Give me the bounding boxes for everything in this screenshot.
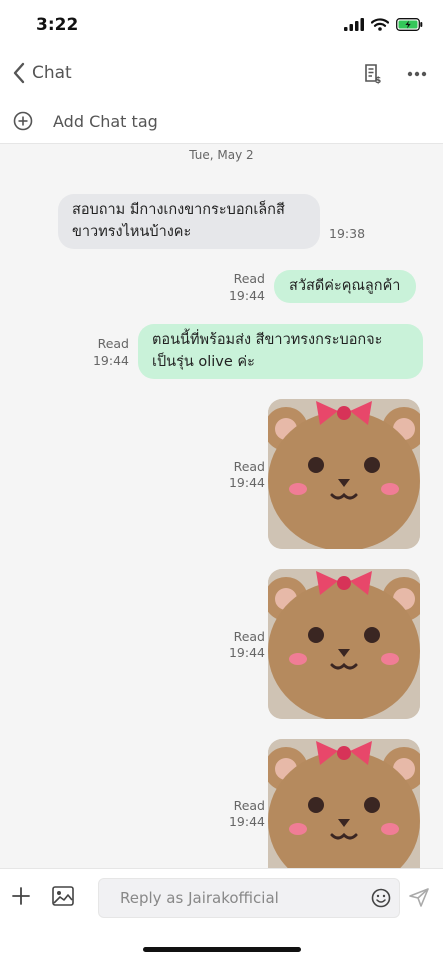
message-line: ขาวทรงไหนบ้างคะ [72,224,192,240]
chat-area[interactable]: Tue, May 2 สอบถาม มีกางเกงขากระบอกเล็กสี… [0,144,443,868]
image-message[interactable] [268,399,420,549]
message-line: เป็นรุ่น olive ค่ะ [152,354,255,370]
date-separator: Tue, May 2 [189,148,254,162]
battery-icon [396,18,423,31]
back-label: Chat [32,63,72,83]
read-receipt: Read [233,459,265,474]
read-receipt: Read [97,336,129,351]
status-icons [344,18,423,31]
message-time: 19:44 [92,353,129,368]
outgoing-message[interactable]: สวัสดีค่ะคุณลูกค้า [274,270,416,303]
outgoing-message[interactable]: ตอนนี้ที่พร้อมส่ง สีขาวทรงกระบอกจะ เป็นร… [138,324,423,379]
add-chat-tag-button[interactable]: Add Chat tag [13,111,158,131]
receipt-icon[interactable]: $ [363,63,383,85]
incoming-message[interactable]: สอบถาม มีกางเกงขากระบอกเล็กสี ขาวทรงไหนบ… [58,194,320,249]
message-line: สอบถาม มีกางเกงขากระบอกเล็กสี [72,202,285,218]
message-time: 19:38 [329,226,366,241]
svg-text:$: $ [375,76,381,85]
more-icon[interactable] [407,71,427,77]
plus-icon[interactable] [11,886,31,906]
message-time: 19:44 [228,288,265,303]
bear-sticker-image [268,569,420,719]
nav-bar: Chat $ [0,50,443,100]
image-icon[interactable] [52,886,74,906]
image-message[interactable] [268,739,420,868]
reply-field[interactable] [98,878,400,918]
bear-sticker-image [268,739,420,868]
wifi-icon [371,18,389,31]
composer-bar [0,868,443,960]
back-chevron-icon [13,62,25,84]
emoji-icon[interactable] [371,888,391,908]
message-line: สวัสดีค่ะคุณลูกค้า [289,278,401,294]
send-icon[interactable] [408,887,430,907]
signal-icon [344,18,364,31]
message-line: ตอนนี้ที่พร้อมส่ง สีขาวทรงกระบอกจะ [152,332,383,348]
message-time: 19:44 [228,814,265,829]
add-circle-icon [13,111,33,131]
status-time: 3:22 [36,15,79,35]
home-indicator [143,947,301,952]
read-receipt: Read [233,798,265,813]
reply-input[interactable] [99,879,339,917]
read-receipt: Read [233,629,265,644]
chat-tag-bar: Add Chat tag [0,100,443,144]
nav-actions: $ [363,63,427,85]
message-time: 19:44 [228,645,265,660]
read-receipt: Read [233,271,265,286]
message-time: 19:44 [228,475,265,490]
back-button[interactable]: Chat [12,62,72,84]
add-chat-tag-label: Add Chat tag [53,111,158,131]
image-message[interactable] [268,569,420,719]
status-bar: 3:22 [0,0,443,50]
bear-sticker-image [268,399,420,549]
